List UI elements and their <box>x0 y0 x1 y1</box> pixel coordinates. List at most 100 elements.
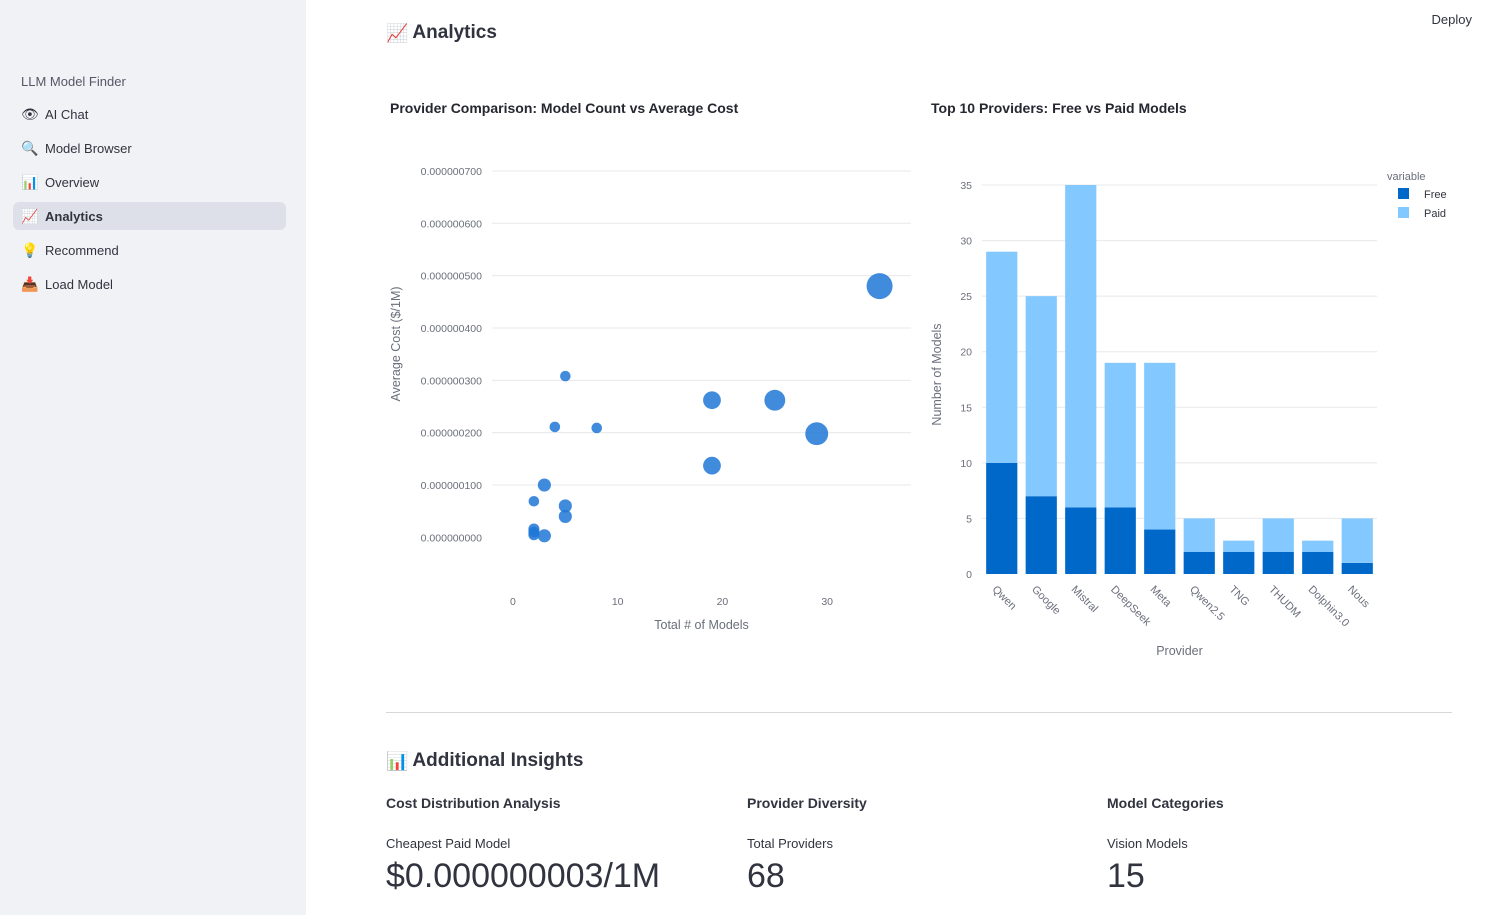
bar-segment-paid <box>1144 362 1176 530</box>
bar-segment-paid <box>1104 362 1136 508</box>
y-axis-label: Number of Models <box>930 323 944 425</box>
scatter-point <box>528 529 540 541</box>
bar-segment-paid <box>1025 296 1057 497</box>
scatter-point <box>764 389 786 411</box>
sidebar-item-recommend[interactable]: 💡 Recommend <box>13 236 286 264</box>
bar-segment-free <box>1183 551 1215 574</box>
bar-chart-icon: 📊 <box>21 173 39 190</box>
scatter-point <box>805 422 829 446</box>
y-tick-label: 0.000000400 <box>421 323 482 335</box>
sidebar-item-model-browser[interactable]: 🔍 Model Browser <box>13 134 286 162</box>
y-tick-label: 30 <box>960 236 972 248</box>
scatter-chart: 0.000000000 0.000000100 0.000000200 0.00000… <box>389 166 911 632</box>
deploy-button[interactable]: Deploy <box>1432 12 1472 27</box>
y-tick-label: 15 <box>960 402 972 414</box>
x-tick-label: 20 <box>717 596 729 608</box>
bar-segment-free <box>986 462 1018 574</box>
sidebar-item-ai-chat[interactable]: 👁 AI Chat <box>13 100 286 128</box>
x-tick-label: Qwen <box>990 584 1019 613</box>
sidebar-item-label: Load Model <box>45 276 113 292</box>
scatter-point <box>703 456 721 475</box>
lightbulb-icon: 💡 <box>21 241 39 258</box>
x-tick-label: Dolphin3.0 <box>1306 584 1352 630</box>
bar-segment-free <box>1144 529 1176 574</box>
legend-label: Free <box>1424 189 1447 201</box>
bar-segment-free <box>1262 551 1294 574</box>
bar-segment-paid <box>1302 540 1334 552</box>
scatter-point <box>528 495 540 507</box>
metric-label: Cheapest Paid Model <box>386 836 511 851</box>
scatter-point <box>537 529 551 543</box>
sidebar-item-load-model[interactable]: 📥 Load Model <box>13 270 286 298</box>
scatter-point <box>558 509 572 523</box>
scatter-point <box>703 391 721 410</box>
bar-segment-paid <box>1065 185 1097 508</box>
sidebar: LLM Model Finder 👁 AI Chat 🔍 Model Brows… <box>0 0 306 915</box>
bar-chart-icon: 📊 <box>386 750 409 771</box>
metric-label: Vision Models <box>1107 836 1188 851</box>
page-title-text: Analytics <box>412 22 497 43</box>
y-tick-label: 0.000000600 <box>421 218 482 230</box>
x-tick-label: Nous <box>1345 584 1372 611</box>
scatter-chart-title: Provider Comparison: Model Count vs Aver… <box>390 100 739 116</box>
sidebar-nav: 👁 AI Chat 🔍 Model Browser 📊 Overview 📈 A… <box>13 100 286 304</box>
x-tick-label: Mistral <box>1069 584 1100 615</box>
x-tick-label: TNG <box>1227 584 1252 609</box>
bar-segment-free <box>1025 496 1057 574</box>
bar-chart-title: Top 10 Providers: Free vs Paid Models <box>931 100 1187 116</box>
bar-segment-paid <box>1341 518 1373 563</box>
x-tick-label: Meta <box>1148 584 1174 610</box>
x-axis-label: Provider <box>1156 644 1203 658</box>
sidebar-item-label: Recommend <box>45 242 119 258</box>
sidebar-item-analytics[interactable]: 📈 Analytics <box>13 202 286 230</box>
y-tick-label: 0.000000100 <box>421 480 482 492</box>
bar-segment-free <box>1302 551 1334 574</box>
y-tick-label: 0.000000500 <box>421 271 482 283</box>
y-tick-label: 0.000000300 <box>421 375 482 387</box>
y-tick-label: 0.000000700 <box>421 166 482 178</box>
bar-segment-free <box>1341 562 1373 574</box>
insight-column-title: Model Categories <box>1107 795 1224 811</box>
x-tick-label: 30 <box>821 596 833 608</box>
scatter-point <box>537 478 551 492</box>
insight-column-providers: Provider Diversity Total Providers 68 <box>747 795 1087 896</box>
y-tick-label: 25 <box>960 291 972 303</box>
sidebar-item-label: Model Browser <box>45 140 132 156</box>
bar-segment-paid <box>1183 518 1215 552</box>
insight-column-title: Provider Diversity <box>747 795 867 811</box>
metric-value: 68 <box>747 857 785 895</box>
bar-segment-paid <box>1262 518 1294 552</box>
trending-chart-icon: 📈 <box>386 22 409 43</box>
y-tick-label: 10 <box>960 458 972 470</box>
stacked-bar-chart: 0 5 10 15 20 25 30 35 Qwen Google Mistral DeepSeekM… <box>930 171 1447 658</box>
y-axis-label: Average Cost ($/1M) <box>389 286 403 401</box>
sidebar-item-overview[interactable]: 📊 Overview <box>13 168 286 196</box>
insights-title-text: Additional Insights <box>412 750 584 771</box>
bar-segment-free <box>1104 507 1136 574</box>
bar-segment-free <box>1065 507 1097 574</box>
scatter-point <box>866 273 893 300</box>
sidebar-item-label: AI Chat <box>45 106 89 122</box>
metric-label: Total Providers <box>747 836 833 851</box>
x-tick-label: Google <box>1029 584 1063 618</box>
bar-segment-paid <box>1223 540 1255 552</box>
metric-value: 15 <box>1107 857 1145 895</box>
sidebar-item-label: Overview <box>45 174 100 190</box>
legend-title: variable <box>1387 171 1426 183</box>
x-tick-label: DeepSeek <box>1108 584 1153 629</box>
y-tick-label: 0 <box>966 569 972 581</box>
page-title: 📈 Analytics <box>386 22 497 44</box>
magnifier-icon: 🔍 <box>21 139 39 156</box>
metric-value: $0.000000003/1M <box>386 857 661 895</box>
scatter-point <box>591 422 603 434</box>
y-tick-label: 0.000000200 <box>421 428 482 440</box>
inbox-tray-icon: 📥 <box>21 275 39 292</box>
y-tick-label: 20 <box>960 347 972 359</box>
bar-segment-paid <box>986 251 1018 463</box>
legend-label: Paid <box>1424 208 1446 220</box>
y-tick-label: 0.000000000 <box>421 532 482 544</box>
section-divider <box>386 712 1452 713</box>
y-tick-label: 5 <box>966 513 972 525</box>
insight-column-categories: Model Categories Vision Models 15 <box>1107 795 1447 896</box>
eye-icon: 👁 <box>21 105 39 122</box>
